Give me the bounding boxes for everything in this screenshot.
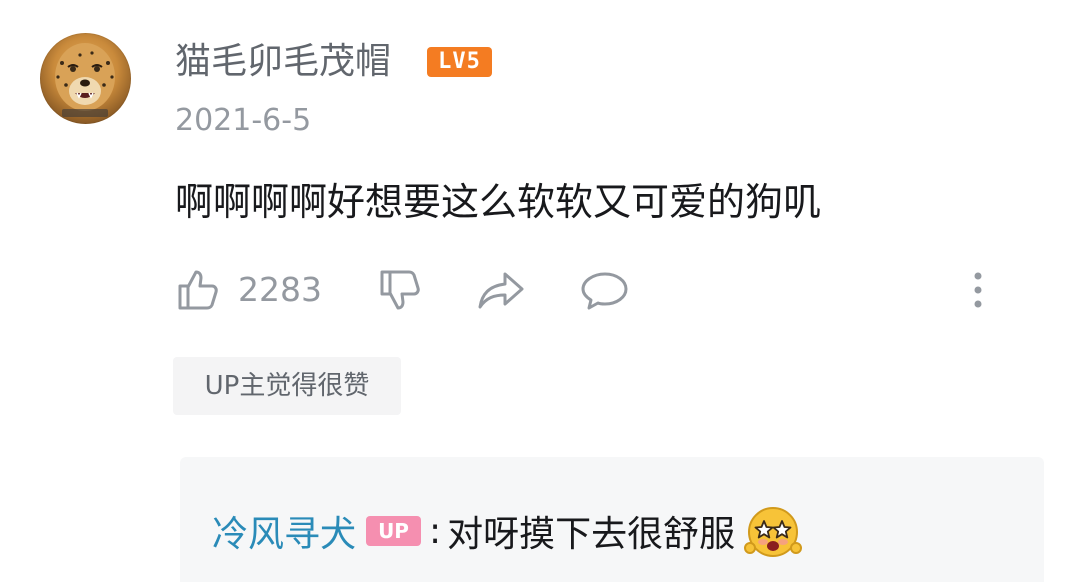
reply-colon: :	[429, 510, 442, 552]
starry-eyes-emoji-icon	[744, 507, 803, 557]
like-count: 2283	[238, 270, 322, 309]
up-tag: UP	[366, 516, 422, 546]
up-liked-badge: UP主觉得很赞	[173, 357, 401, 415]
comment-text: 啊啊啊啊好想要这么软软又可爱的狗叽	[175, 180, 822, 224]
more-button[interactable]	[966, 260, 990, 320]
reply-button[interactable]	[580, 260, 630, 320]
username[interactable]: 猫毛卯毛茂帽	[175, 38, 391, 86]
cheetah-avatar-image	[55, 43, 115, 117]
avatar[interactable]	[40, 33, 131, 124]
reply-author[interactable]: 冷风寻犬	[212, 505, 356, 557]
more-vertical-icon	[974, 272, 982, 308]
thumbs-down-icon	[380, 270, 420, 310]
comment-date: 2021-6-5	[175, 103, 312, 138]
share-icon	[478, 272, 524, 309]
comment-action-bar: 2283	[0, 260, 1080, 320]
comment-icon	[581, 272, 628, 310]
reply-preview[interactable]: 冷风寻犬 UP : 对呀摸下去很舒服	[180, 457, 1044, 582]
reply-item[interactable]: 冷风寻犬 UP : 对呀摸下去很舒服	[212, 503, 803, 559]
level-badge: LV5	[427, 47, 492, 77]
reply-text: 对呀摸下去很舒服	[447, 514, 736, 555]
share-button[interactable]	[477, 260, 527, 320]
like-button[interactable]	[174, 260, 222, 320]
dislike-button[interactable]	[376, 260, 424, 320]
thumbs-up-icon	[178, 270, 218, 310]
